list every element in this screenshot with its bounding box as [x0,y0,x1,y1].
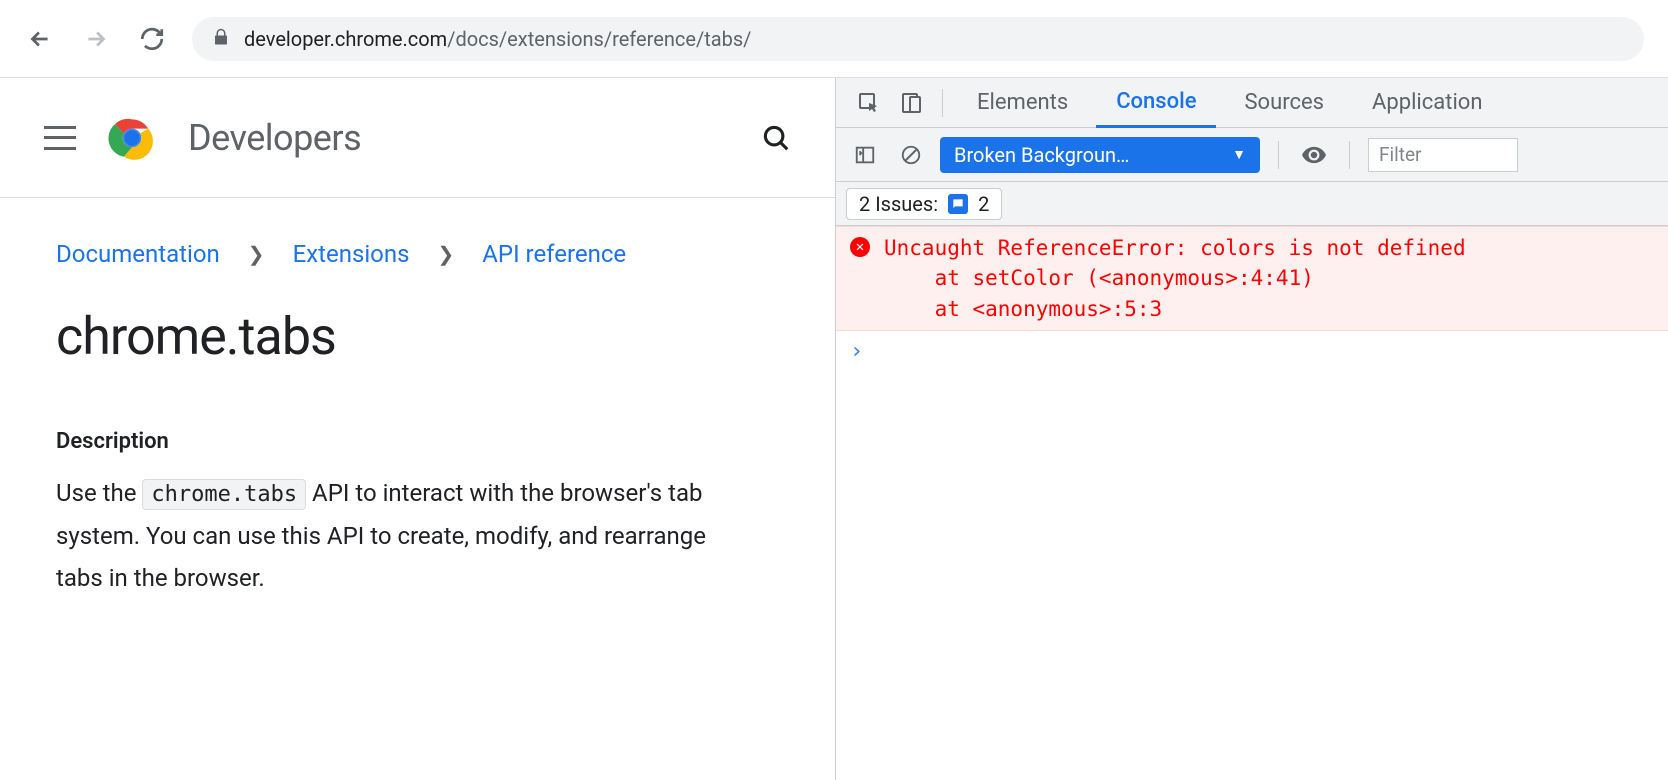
error-message: Uncaught ReferenceError: colors is not d… [884,233,1466,324]
reload-button[interactable] [136,23,168,55]
site-header: Developers [0,78,835,198]
context-selector-label: Broken Backgroun… [954,143,1129,167]
back-button[interactable] [24,23,56,55]
chevron-down-icon: ▼ [1232,146,1246,163]
url-text: developer.chrome.com/docs/extensions/ref… [244,27,751,51]
console-prompt[interactable]: › [836,331,1668,372]
menu-button[interactable] [44,126,76,150]
code-inline: chrome.tabs [142,479,306,510]
issues-bar: 2 Issues: 2 [836,182,1668,226]
breadcrumb-item[interactable]: API reference [482,240,626,268]
console-error-entry[interactable]: ✕ Uncaught ReferenceError: colors is not… [836,226,1668,331]
devtools-panel: Elements Console Sources Application Bro… [836,78,1668,780]
issues-count: 2 [978,192,989,216]
console-output[interactable]: ✕ Uncaught ReferenceError: colors is not… [836,226,1668,780]
lock-icon [212,27,230,51]
issues-button[interactable]: 2 Issues: 2 [846,188,1002,220]
clear-console-icon[interactable] [894,138,928,172]
breadcrumb-item[interactable]: Extensions [293,240,410,268]
search-button[interactable] [761,123,791,153]
chevron-right-icon: ❯ [438,242,455,266]
description-heading: Description [0,411,835,460]
console-sidebar-toggle-icon[interactable] [848,138,882,172]
page-content: Developers Documentation ❯ Extensions ❯ … [0,78,836,780]
error-icon: ✕ [850,237,870,257]
console-toolbar: Broken Backgroun… ▼ Filter [836,128,1668,182]
chevron-right-icon: ❯ [248,242,265,266]
breadcrumb-item[interactable]: Documentation [56,240,220,268]
address-bar[interactable]: developer.chrome.com/docs/extensions/ref… [192,17,1644,61]
separator [1349,141,1350,169]
separator [942,89,943,117]
filter-input[interactable]: Filter [1368,138,1518,172]
device-toolbar-icon[interactable] [894,86,928,120]
live-expression-icon[interactable] [1297,138,1331,172]
context-selector[interactable]: Broken Backgroun… ▼ [940,137,1260,173]
separator [1278,141,1279,169]
description-text: Use the chrome.tabs API to interact with… [0,460,780,611]
browser-toolbar: developer.chrome.com/docs/extensions/ref… [0,0,1668,78]
breadcrumb: Documentation ❯ Extensions ❯ API referen… [0,198,835,278]
tab-console[interactable]: Console [1096,78,1216,128]
issues-chat-icon [948,194,968,214]
site-title: Developers [188,117,361,159]
page-title: chrome.tabs [0,278,835,411]
tab-elements[interactable]: Elements [957,78,1088,128]
chrome-logo-icon [104,110,160,166]
devtools-tabbar: Elements Console Sources Application [836,78,1668,128]
tab-application[interactable]: Application [1352,78,1502,128]
inspect-element-icon[interactable] [852,86,886,120]
tab-sources[interactable]: Sources [1224,78,1344,128]
prompt-chevron-icon: › [850,339,863,364]
forward-button[interactable] [80,23,112,55]
issues-label: 2 Issues: [859,192,938,216]
